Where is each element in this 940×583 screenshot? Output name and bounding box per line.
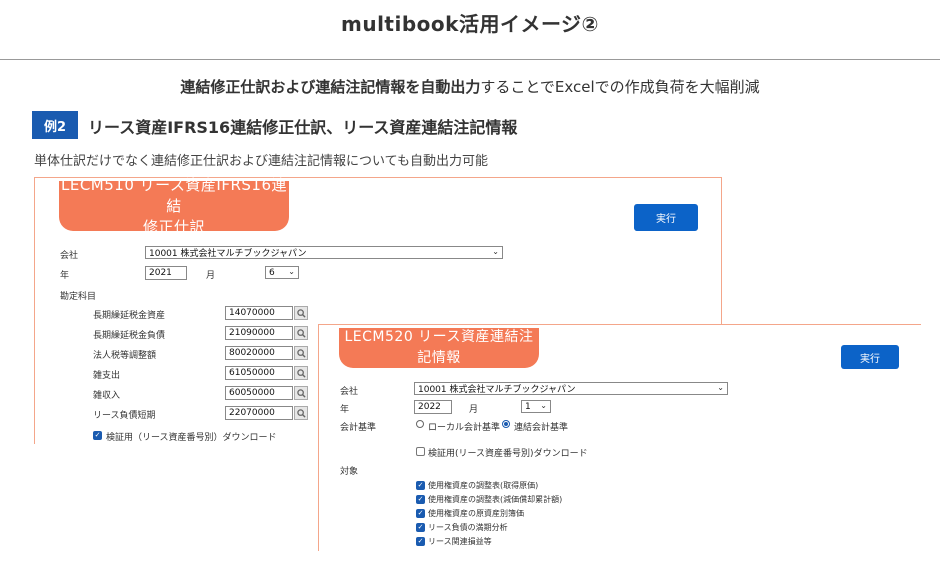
account-code-input[interactable]: 21090000 <box>225 326 293 340</box>
year-label: 年 <box>60 271 70 281</box>
target-label-item: 使用権資産の調整表(減価償却累計額) <box>428 495 563 504</box>
screen-lecm520: LECM520 リース資産連結注記情報 実行 会社 10001 株式会社マルチブ… <box>318 324 921 551</box>
account-row: 長期繰延税金資産 14070000 <box>35 305 335 325</box>
search-icon <box>296 328 306 338</box>
subtitle-rest: することでExcelでの作成負荷を大幅削減 <box>480 78 760 96</box>
target-checkbox[interactable]: ✓ <box>416 509 425 518</box>
month-label: 月 <box>469 405 479 415</box>
example-description: 単体仕訳だけでなく連結修正仕訳および連結注記情報についても自動出力可能 <box>34 154 488 169</box>
basis-local-label: ローカル会計基準 <box>428 423 501 433</box>
chevron-down-icon: ⌄ <box>717 383 724 392</box>
search-icon <box>296 408 306 418</box>
search-icon-button[interactable] <box>294 386 308 400</box>
example-title: リース資産IFRS16連結修正仕訳、リース資産連結注記情報 <box>88 118 518 137</box>
company-value: 10001 株式会社マルチブックジャパン <box>149 249 307 259</box>
target-label-item: 使用権資産の原資産別簿価 <box>428 509 524 518</box>
year-input[interactable]: 2022 <box>414 400 452 414</box>
example-badge: 例2 <box>32 111 78 139</box>
target-checkbox[interactable]: ✓ <box>416 537 425 546</box>
year-label: 年 <box>340 405 350 415</box>
basis-local-radio[interactable] <box>416 420 424 428</box>
account-code-input[interactable]: 14070000 <box>225 306 293 320</box>
account-code-input[interactable]: 60050000 <box>225 386 293 400</box>
year-input[interactable]: 2021 <box>145 266 187 280</box>
account-label: 長期繰延税金負債 <box>93 331 166 341</box>
download-checkbox[interactable] <box>416 447 425 456</box>
basis-consolidated-label: 連結会計基準 <box>514 423 569 433</box>
page-title: multibook活用イメージ② <box>341 12 599 36</box>
month-select[interactable]: 6 ⌄ <box>265 266 299 279</box>
divider <box>0 59 940 60</box>
download-label: 検証用（リース資産番号別）ダウンロード <box>106 433 277 443</box>
run-button[interactable]: 実行 <box>634 204 698 231</box>
search-icon <box>296 368 306 378</box>
target-label: 対象 <box>340 467 359 477</box>
account-label: 長期繰延税金資産 <box>93 311 166 321</box>
account-row: 法人税等調整額 80020000 <box>35 345 335 365</box>
company-select[interactable]: 10001 株式会社マルチブックジャパン ⌄ <box>145 246 503 259</box>
search-icon <box>296 308 306 318</box>
company-label: 会社 <box>60 251 79 261</box>
basis-consolidated-radio[interactable] <box>502 420 510 428</box>
banner-line1: LECM510 リース資産IFRS16連結 <box>61 175 287 215</box>
company-label: 会社 <box>340 387 359 397</box>
target-label-item: リース負債の満期分析 <box>428 523 508 532</box>
banner-line2: 修正仕訳 <box>142 217 205 236</box>
run-button[interactable]: 実行 <box>841 345 899 369</box>
chevron-down-icon: ⌄ <box>492 247 499 256</box>
chevron-down-icon: ⌄ <box>540 401 547 410</box>
month-value: 6 <box>269 267 275 278</box>
search-icon-button[interactable] <box>294 326 308 340</box>
account-row: 雑支出 61050000 <box>35 365 335 385</box>
search-icon <box>296 388 306 398</box>
target-checkbox[interactable]: ✓ <box>416 523 425 532</box>
target-label-item: 使用権資産の調整表(取得原価) <box>428 481 539 490</box>
accounts-label: 勘定科目 <box>60 292 97 302</box>
account-row: 雑収入 60050000 <box>35 385 335 405</box>
account-label: 雑収入 <box>93 391 121 401</box>
account-row: リース負債短期 22070000 <box>35 405 335 425</box>
target-checkbox[interactable]: ✓ <box>416 495 425 504</box>
chevron-down-icon: ⌄ <box>288 267 295 276</box>
target-checkbox[interactable]: ✓ <box>416 481 425 490</box>
company-value: 10001 株式会社マルチブックジャパン <box>418 385 576 395</box>
account-label: リース負債短期 <box>93 411 156 421</box>
search-icon-button[interactable] <box>294 346 308 360</box>
target-label-item: リース関連損益等 <box>428 537 492 546</box>
month-value: 1 <box>525 401 531 412</box>
month-label: 月 <box>206 271 216 281</box>
account-code-input[interactable]: 61050000 <box>225 366 293 380</box>
download-checkbox[interactable]: ✓ <box>93 431 102 440</box>
account-label: 雑支出 <box>93 371 121 381</box>
basis-label: 会計基準 <box>340 423 377 433</box>
account-code-input[interactable]: 22070000 <box>225 406 293 420</box>
search-icon-button[interactable] <box>294 306 308 320</box>
subtitle-bold: 連結修正仕訳および連結注記情報を自動出力 <box>180 78 481 96</box>
month-select[interactable]: 1 ⌄ <box>521 400 551 413</box>
screen-banner: LECM510 リース資産IFRS16連結 修正仕訳 <box>59 176 289 236</box>
search-icon-button[interactable] <box>294 366 308 380</box>
page-subtitle: 連結修正仕訳および連結注記情報を自動出力することでExcelでの作成負荷を大幅削… <box>0 76 940 97</box>
download-label: 検証用(リース資産番号別)ダウンロード <box>428 449 588 459</box>
search-icon <box>296 348 306 358</box>
screen-banner: LECM520 リース資産連結注記情報 <box>339 328 539 368</box>
account-row: 長期繰延税金負債 21090000 <box>35 325 335 345</box>
account-label: 法人税等調整額 <box>93 351 157 361</box>
company-select[interactable]: 10001 株式会社マルチブックジャパン ⌄ <box>414 382 728 395</box>
search-icon-button[interactable] <box>294 406 308 420</box>
account-code-input[interactable]: 80020000 <box>225 346 293 360</box>
